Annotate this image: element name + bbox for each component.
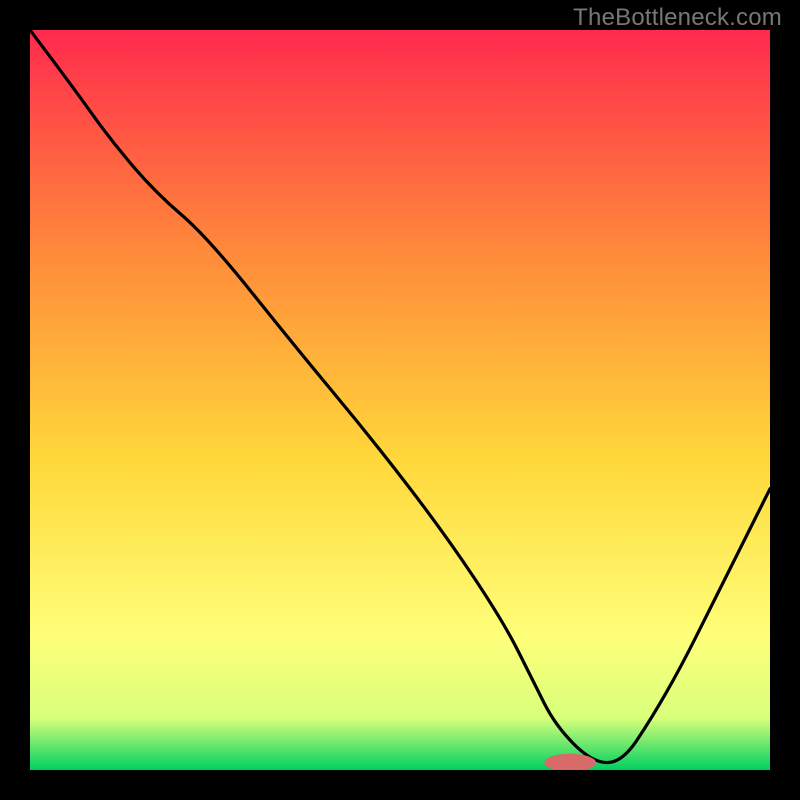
watermark-text: TheBottleneck.com — [573, 4, 782, 32]
chart-svg — [30, 30, 770, 770]
chart-frame: TheBottleneck.com — [0, 0, 800, 800]
gradient-bg — [30, 30, 770, 770]
chart-plot — [30, 30, 770, 770]
